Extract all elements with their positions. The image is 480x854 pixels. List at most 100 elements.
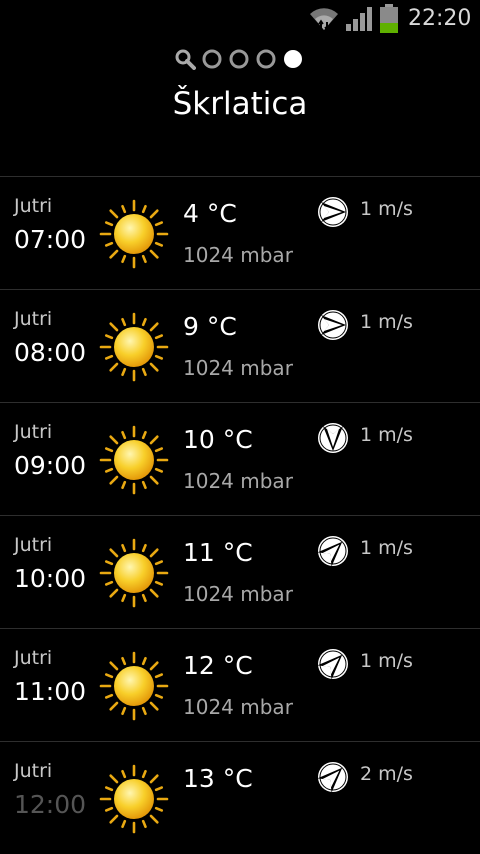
sun-ray — [154, 673, 164, 679]
sun-ray — [154, 447, 164, 453]
sun-ray — [104, 467, 114, 473]
sun-ray — [154, 241, 164, 247]
forecast-time: 10:00 — [14, 564, 87, 593]
sun-ray — [141, 480, 147, 490]
sun-ray — [149, 475, 159, 485]
sun-ray — [149, 701, 159, 711]
forecast-time: 08:00 — [14, 338, 87, 367]
forecast-day: Jutri — [14, 308, 53, 330]
sun-ray — [109, 435, 119, 445]
sun-ray — [121, 204, 127, 214]
sun-ray — [109, 362, 119, 372]
sun-icon — [99, 764, 169, 834]
forecast-time: 11:00 — [14, 677, 87, 706]
forecast-pressure: 1024 mbar — [183, 356, 293, 380]
sun-ray — [109, 814, 119, 824]
sun-ray — [141, 706, 147, 716]
sun-ray — [154, 560, 164, 566]
sun-ray — [121, 656, 127, 666]
forecast-list[interactable]: Jutri 07:00 4 °C 1024 mbar 1 m/s Jutri 0… — [0, 176, 480, 854]
sun-ray — [104, 560, 114, 566]
sun-ray — [149, 548, 159, 558]
sun-ray — [141, 543, 147, 553]
forecast-temperature: 9 °C — [183, 312, 237, 341]
sun-ray — [149, 435, 159, 445]
wind-direction-icon — [317, 649, 348, 680]
sun-ray — [149, 774, 159, 784]
wind-direction-icon — [318, 423, 348, 453]
forecast-day: Jutri — [14, 760, 53, 782]
forecast-pressure: 1024 mbar — [183, 582, 293, 606]
forecast-wind-speed: 1 m/s — [360, 311, 413, 333]
forecast-row[interactable]: Jutri 10:00 11 °C 1024 mbar 1 m/s — [0, 515, 480, 628]
forecast-pressure: 1024 mbar — [183, 243, 293, 267]
sun-ray — [104, 334, 114, 340]
sun-icon — [99, 425, 169, 495]
sun-ray — [149, 362, 159, 372]
forecast-temperature: 12 °C — [183, 651, 253, 680]
forecast-day: Jutri — [14, 647, 53, 669]
sun-ray — [149, 322, 159, 332]
sun-icon — [99, 651, 169, 721]
location-title: Škrlatica — [172, 86, 308, 122]
sun-ray — [154, 354, 164, 360]
sun-ray — [141, 656, 147, 666]
sun-ray — [104, 241, 114, 247]
forecast-day: Jutri — [14, 534, 53, 556]
sun-ray — [121, 367, 127, 377]
page-dot-active[interactable] — [282, 48, 304, 70]
sun-ray — [104, 786, 114, 792]
page-dot-2[interactable] — [201, 48, 223, 70]
forecast-row[interactable]: Jutri 07:00 4 °C 1024 mbar 1 m/s — [0, 176, 480, 289]
sun-icon — [99, 538, 169, 608]
forecast-wind-speed: 2 m/s — [360, 763, 413, 785]
page-indicator[interactable] — [174, 48, 304, 70]
forecast-row[interactable]: Jutri 08:00 9 °C 1024 mbar 1 m/s — [0, 289, 480, 402]
sun-ray — [141, 819, 147, 829]
sun-ray — [154, 467, 164, 473]
sun-ray — [121, 543, 127, 553]
sun-icon — [99, 312, 169, 382]
sun-ray — [121, 430, 127, 440]
sun-ray — [121, 593, 127, 603]
forecast-wind-speed: 1 m/s — [360, 198, 413, 220]
sun-ray — [109, 548, 119, 558]
page-dot-4[interactable] — [255, 48, 277, 70]
forecast-row[interactable]: Jutri 09:00 10 °C 1024 mbar 1 m/s — [0, 402, 480, 515]
forecast-row[interactable]: Jutri 12:00 13 °C 2 m/s — [0, 741, 480, 854]
forecast-pressure: 1024 mbar — [183, 695, 293, 719]
sun-ray — [109, 661, 119, 671]
signal-icon — [346, 7, 372, 31]
forecast-wind-speed: 1 m/s — [360, 424, 413, 446]
battery-icon — [380, 4, 398, 33]
sun-ray — [104, 693, 114, 699]
sun-ray — [154, 580, 164, 586]
forecast-time: 09:00 — [14, 451, 87, 480]
sun-ray — [104, 447, 114, 453]
page-dot-3[interactable] — [228, 48, 250, 70]
wind-direction-icon — [317, 762, 348, 793]
forecast-temperature: 10 °C — [183, 425, 253, 454]
sun-ray — [109, 701, 119, 711]
search-icon[interactable] — [174, 48, 196, 70]
sun-ray — [154, 806, 164, 812]
forecast-time: 07:00 — [14, 225, 87, 254]
status-time: 22:20 — [408, 6, 472, 31]
sun-ray — [154, 786, 164, 792]
forecast-wind-speed: 1 m/s — [360, 650, 413, 672]
sun-ray — [121, 706, 127, 716]
status-bar: 22:20 — [0, 0, 480, 38]
forecast-day: Jutri — [14, 421, 53, 443]
sun-ray — [141, 254, 147, 264]
wind-direction-icon — [317, 536, 348, 567]
wind-direction-icon — [318, 197, 348, 227]
sun-ray — [121, 819, 127, 829]
sun-ray — [109, 475, 119, 485]
sun-ray — [149, 209, 159, 219]
wifi-icon — [310, 8, 338, 32]
sun-ray — [104, 806, 114, 812]
sun-ray — [121, 254, 127, 264]
sun-ray — [109, 249, 119, 259]
forecast-temperature: 11 °C — [183, 538, 253, 567]
forecast-row[interactable]: Jutri 11:00 12 °C 1024 mbar 1 m/s — [0, 628, 480, 741]
